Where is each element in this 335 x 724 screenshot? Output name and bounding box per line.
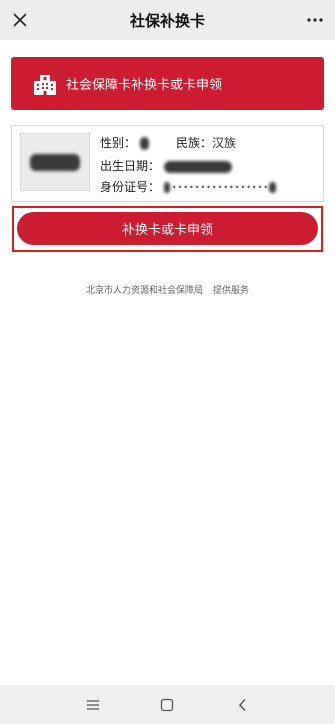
id-photo xyxy=(20,133,90,191)
person-info-card: 性别： 民族：汉族 出生日期： 身份证号： ••••••••••••••••• xyxy=(11,125,324,202)
apply-card-button[interactable]: 补换卡或卡申领 xyxy=(17,212,318,245)
provider-name: 北京市人力资源和社会保障局 xyxy=(85,286,203,296)
more-dots-icon[interactable] xyxy=(303,8,327,32)
home-square-icon[interactable] xyxy=(155,693,179,717)
banner-title: 社会保障卡补换卡或卡申领 xyxy=(66,78,223,93)
redacted-id-end xyxy=(269,182,277,193)
provider-text: 北京市人力资源和社会保障局 提供服务 xyxy=(0,283,335,296)
top-bar: 社保补换卡 xyxy=(0,0,335,40)
ethnicity-field: 民族：汉族 xyxy=(176,134,236,151)
back-chevron-icon[interactable] xyxy=(231,693,255,717)
redacted-gender xyxy=(139,137,149,150)
ethnicity-label: 民族： xyxy=(176,136,213,150)
service-banner: 社会保障卡补换卡或卡申领 xyxy=(11,57,324,110)
id-number-field: 身份证号： ••••••••••••••••• xyxy=(100,178,277,195)
ethnicity-value: 汉族 xyxy=(212,136,237,150)
gender-label: 性别： xyxy=(100,136,137,150)
menu-icon[interactable] xyxy=(81,693,105,717)
redacted-birthdate xyxy=(163,160,232,173)
redacted-id-start xyxy=(163,182,170,193)
birth-label: 出生日期： xyxy=(100,159,161,173)
id-number-masked: ••••••••••••••••• xyxy=(171,183,270,192)
building-icon xyxy=(32,71,58,97)
birth-field: 出生日期： xyxy=(100,157,232,174)
id-label: 身份证号： xyxy=(100,180,161,194)
provider-service: 提供服务 xyxy=(213,286,250,296)
redacted-name xyxy=(30,154,80,171)
page-title: 社保补换卡 xyxy=(129,11,205,30)
gender-field: 性别： xyxy=(100,134,149,151)
system-nav-bar xyxy=(0,685,335,724)
close-icon[interactable] xyxy=(8,8,32,32)
